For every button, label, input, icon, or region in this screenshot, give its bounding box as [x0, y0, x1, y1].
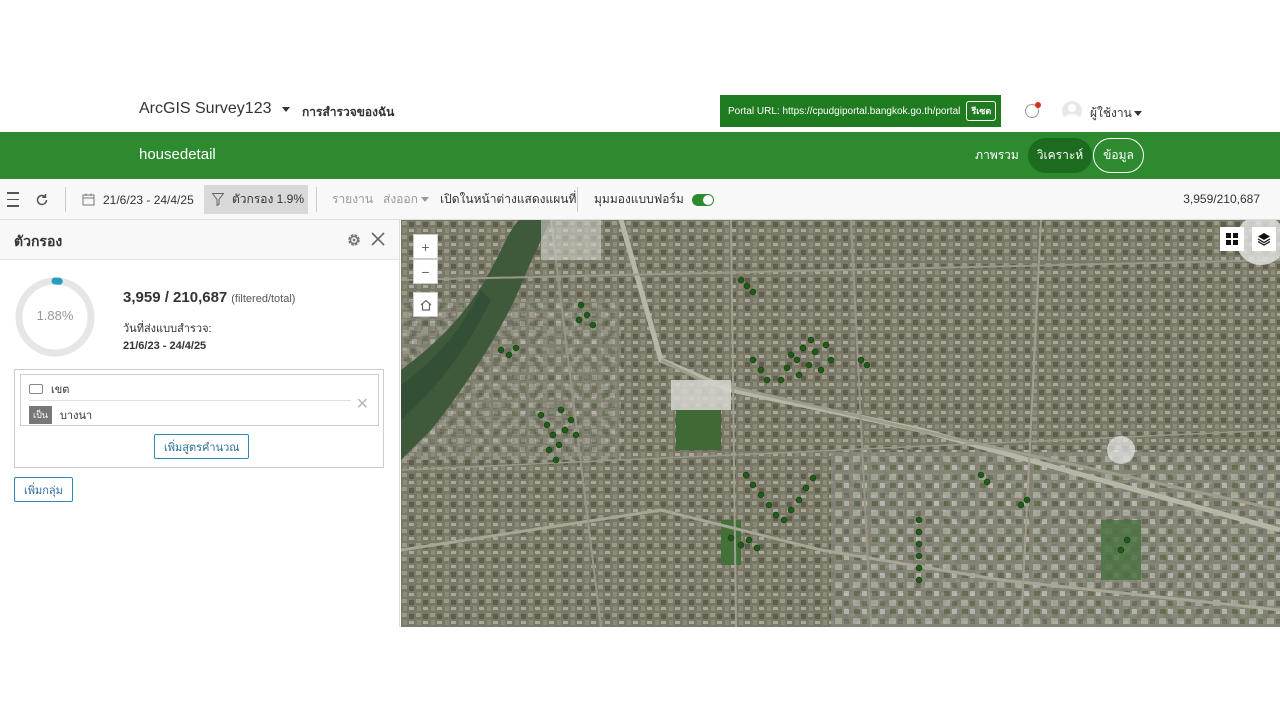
app-switcher[interactable]: ArcGIS Survey123 — [139, 100, 290, 118]
filter-label: ตัวกรอง 1.9% — [232, 192, 304, 206]
ratio-note: (filtered/total) — [231, 293, 296, 305]
avatar[interactable] — [1062, 101, 1082, 121]
calendar-icon — [82, 193, 95, 206]
zoom-in-button[interactable]: + — [413, 234, 438, 259]
toolbar-divider — [316, 187, 317, 212]
condition-divider — [29, 400, 351, 401]
report-button[interactable]: รายงาน — [332, 179, 373, 220]
my-surveys-link[interactable]: การสำรวจของฉัน — [302, 103, 394, 122]
submission-date-label: วันที่ส่งแบบสำรวจ: — [123, 323, 212, 335]
basemap-gallery-button[interactable] — [1220, 227, 1244, 251]
export-label: ส่งออก — [383, 192, 418, 206]
condition-value: บางนา — [59, 410, 93, 422]
menu-icon[interactable] — [6, 179, 20, 220]
layers-button[interactable] — [1252, 227, 1276, 251]
portal-url-banner: Portal URL: https://cpudgiportal.bangkok… — [720, 95, 1001, 127]
survey-nav: housedetail ภาพรวม วิเคราะห์ ข้อมูล — [0, 132, 1280, 179]
open-in-map-viewer-button[interactable]: เปิดในหน้าต่างแสดงแผนที่ — [440, 179, 576, 220]
operator-badge: เป็น — [29, 406, 52, 424]
condition-expression: เป็น บางนา — [29, 406, 92, 424]
condition-field-label: เขต — [51, 384, 70, 396]
tab-overview[interactable]: ภาพรวม — [968, 138, 1026, 173]
satellite-basemap — [401, 220, 1280, 627]
app-title: ArcGIS Survey123 — [139, 100, 272, 117]
chevron-down-icon — [281, 106, 290, 112]
refresh-icon[interactable] — [35, 179, 49, 220]
add-group-button[interactable]: เพิ่มกลุ่ม — [14, 477, 73, 502]
ratio-value: 3,959 / 210,687 — [123, 289, 228, 306]
tab-data[interactable]: ข้อมูล — [1093, 138, 1144, 173]
portal-reset-button[interactable]: รีเซต — [966, 101, 997, 121]
home-icon — [420, 299, 431, 311]
portal-url-label: Portal URL: https://cpudgiportal.bangkok… — [728, 105, 961, 117]
notification-icon[interactable] — [1025, 102, 1041, 118]
panel-title: ตัวกรอง — [14, 233, 63, 249]
user-name: ผู้ใช้งาน — [1090, 106, 1132, 120]
user-menu[interactable]: ผู้ใช้งาน — [1090, 104, 1142, 123]
toolbar-divider — [577, 187, 578, 212]
filter-panel: ตัวกรอง 1.88% 3,959 / 210,687 (filtered/t… — [0, 220, 400, 627]
grid-icon — [1226, 233, 1238, 245]
condition-field: เขต — [29, 380, 69, 398]
app-frame: ArcGIS Survey123 การสำรวจของฉัน Portal U… — [0, 0, 1280, 720]
close-icon[interactable] — [370, 231, 386, 247]
form-view-label: มุมมองแบบฟอร์ม — [594, 192, 684, 206]
filter-group: เขต เป็น บางนา ✕ เพิ่มสูตรคำนวณ — [14, 369, 384, 468]
filter-condition[interactable]: เขต เป็น บางนา ✕ — [20, 374, 379, 426]
record-count: 3,959/210,687 — [1183, 192, 1260, 206]
date-range-button[interactable]: 21/6/23 - 24/4/25 — [82, 179, 194, 220]
toolbar: 21/6/23 - 24/4/25 ตัวกรอง 1.9% รายงาน ส่… — [0, 179, 1280, 220]
form-view-toggle[interactable]: มุมมองแบบฟอร์ม — [594, 179, 714, 220]
filter-button[interactable]: ตัวกรอง 1.9% — [204, 185, 308, 214]
field-icon — [29, 384, 43, 394]
add-expression-button[interactable]: เพิ่มสูตรคำนวณ — [154, 434, 250, 459]
filter-icon — [212, 193, 224, 206]
layers-icon — [1257, 233, 1271, 246]
home-button[interactable] — [413, 292, 438, 317]
chevron-down-icon — [420, 197, 429, 202]
survey-title: housedetail — [139, 146, 216, 163]
filtered-ratio: 3,959 / 210,687 (filtered/total) — [123, 289, 295, 306]
remove-condition-icon[interactable]: ✕ — [356, 394, 369, 414]
submission-date-value: 21/6/23 - 24/4/25 — [123, 340, 207, 352]
zoom-out-button[interactable]: − — [413, 259, 438, 284]
export-button[interactable]: ส่งออก — [383, 179, 429, 220]
map-view[interactable]: + − — [401, 220, 1280, 627]
top-header: ArcGIS Survey123 การสำรวจของฉัน Portal U… — [0, 88, 1280, 132]
filter-panel-header: ตัวกรอง — [0, 220, 399, 260]
tab-analyze[interactable]: วิเคราะห์ — [1028, 138, 1092, 173]
chevron-down-icon — [1133, 111, 1142, 116]
toolbar-divider — [65, 187, 66, 212]
filter-percent-label: 1.88% — [36, 308, 74, 323]
gear-icon[interactable] — [346, 232, 362, 248]
date-range-label: 21/6/23 - 24/4/25 — [103, 192, 194, 207]
toggle-switch[interactable] — [691, 193, 714, 206]
